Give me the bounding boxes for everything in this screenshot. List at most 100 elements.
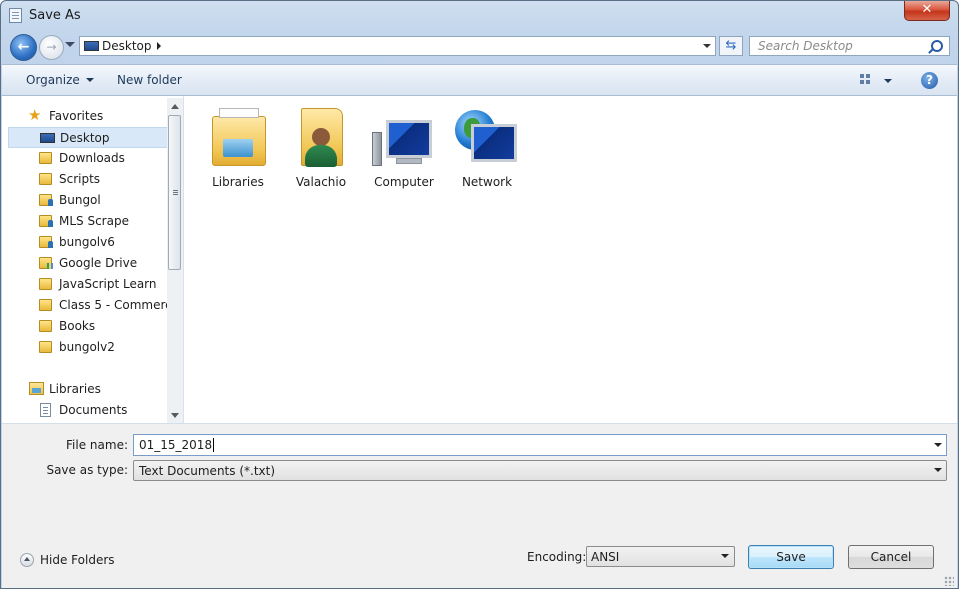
address-dropdown-icon[interactable] — [703, 44, 711, 48]
scrollbar-thumb[interactable] — [168, 115, 181, 270]
folder-icon — [39, 320, 52, 332]
organize-label: Organize — [26, 73, 80, 87]
resize-grip-icon[interactable] — [944, 576, 954, 586]
file-name-text: 01_15_2018 — [139, 438, 213, 452]
desktop-icon — [84, 41, 99, 51]
documents-icon — [40, 403, 51, 417]
folder-icon — [39, 152, 52, 164]
list-item-network[interactable]: Network — [447, 104, 527, 194]
encoding-label: Encoding: — [527, 550, 587, 564]
star-icon: ★ — [28, 106, 42, 124]
chevron-down-icon[interactable] — [934, 443, 942, 447]
network-icon — [471, 124, 517, 162]
item-label: Network — [461, 175, 513, 189]
grip-icon — [173, 190, 178, 191]
notepad-icon — [9, 8, 22, 23]
navigation-pane: ★ Favorites Desktop Downloads Scripts Bu… — [2, 96, 184, 423]
sidebar-item-label: Favorites — [49, 109, 104, 123]
sidebar-item-label: Bungol — [59, 193, 101, 207]
refresh-button[interactable]: ⇆ — [719, 36, 743, 56]
search-input[interactable]: Search Desktop — [749, 36, 950, 56]
folder-icon — [39, 299, 52, 311]
help-icon[interactable]: ? — [921, 72, 938, 89]
shared-folder-icon — [39, 236, 53, 248]
user-head-icon — [312, 128, 330, 146]
item-label: Computer — [374, 175, 434, 189]
save-options-panel: File name: 01_15_2018 Save as type: Text… — [2, 423, 957, 588]
scroll-up-arrow-icon[interactable] — [171, 104, 179, 109]
libraries-icon — [29, 382, 44, 395]
sidebar-item-javascript-learn[interactable]: JavaScript Learn — [2, 274, 167, 295]
folder-icon — [39, 173, 52, 185]
file-name-input[interactable]: 01_15_2018 — [133, 434, 947, 456]
sidebar-item-label: JavaScript Learn — [59, 277, 157, 291]
save-as-type-value: Text Documents (*.txt) — [139, 464, 276, 478]
save-as-type-label: Save as type: — [46, 463, 128, 477]
list-item-valachio[interactable]: Valachio — [281, 104, 361, 194]
sidebar-item-label: Libraries — [49, 382, 101, 396]
sidebar-item-label: Google Drive — [59, 256, 138, 270]
sidebar-item-label: Documents — [59, 403, 128, 417]
back-button[interactable]: ← — [10, 34, 37, 61]
encoding-select[interactable]: ANSI — [586, 546, 735, 567]
chevron-up-icon — [20, 553, 34, 567]
shared-folder-icon — [39, 194, 53, 206]
chevron-down-icon[interactable] — [721, 554, 729, 558]
new-folder-button[interactable]: New folder — [117, 73, 182, 87]
view-options-dropdown[interactable] — [884, 79, 892, 83]
cancel-button[interactable]: Cancel — [848, 545, 934, 569]
sidebar-item-label: bungolv6 — [59, 235, 115, 249]
item-label: Valachio — [295, 175, 347, 189]
libraries-icon — [212, 108, 266, 166]
list-item-computer[interactable]: Computer — [364, 104, 444, 194]
text-caret — [213, 438, 215, 452]
breadcrumb-chevron-icon[interactable] — [157, 42, 161, 50]
change-view-icon[interactable] — [860, 74, 872, 86]
file-name-label: File name: — [66, 438, 128, 452]
sidebar-item-documents[interactable]: Documents — [2, 400, 167, 421]
save-as-type-select[interactable]: Text Documents (*.txt) — [133, 460, 947, 481]
recent-pages-dropdown[interactable] — [65, 42, 75, 47]
chevron-down-icon — [85, 78, 94, 82]
sidebar-item-books[interactable]: Books — [2, 316, 167, 337]
sidebar-libraries[interactable]: Libraries — [2, 379, 167, 400]
command-bar: Organize New folder ? — [2, 64, 957, 96]
sidebar-item-mls-scrape[interactable]: MLS Scrape — [2, 211, 167, 232]
sidebar-item-bungolv2[interactable]: bungolv2 — [2, 337, 167, 358]
sidebar-item-label: bungolv2 — [59, 340, 115, 354]
sidebar-item-desktop[interactable]: Desktop — [8, 127, 173, 148]
address-path[interactable]: Desktop — [102, 39, 152, 53]
sidebar-favorites[interactable]: ★ Favorites — [2, 106, 167, 127]
google-drive-folder-icon — [39, 257, 53, 269]
close-button[interactable]: ✕ — [904, 1, 950, 21]
save-button[interactable]: Save — [748, 545, 834, 569]
sidebar-item-class-5[interactable]: Class 5 - Commercia — [2, 295, 182, 316]
file-list: Libraries Valachio Computer Network — [184, 96, 957, 423]
scroll-down-arrow-icon[interactable] — [171, 413, 179, 418]
sidebar-scrollbar[interactable] — [167, 98, 183, 423]
sidebar-item-label: Desktop — [60, 131, 110, 145]
search-placeholder: Search Desktop — [758, 39, 853, 53]
organize-button[interactable]: Organize — [26, 73, 94, 87]
sidebar-item-google-drive[interactable]: Google Drive — [2, 253, 167, 274]
shared-folder-icon — [39, 215, 53, 227]
sidebar-item-label: Class 5 - Commercia — [59, 298, 183, 312]
sidebar-item-label: Downloads — [59, 151, 125, 165]
computer-tower-icon — [372, 132, 382, 166]
folder-icon — [39, 278, 52, 290]
sidebar-item-bungol[interactable]: Bungol — [2, 190, 167, 211]
folder-icon — [39, 341, 52, 353]
sidebar-item-bungolv6[interactable]: bungolv6 — [2, 232, 167, 253]
sidebar-item-scripts[interactable]: Scripts — [2, 169, 167, 190]
list-item-libraries[interactable]: Libraries — [198, 104, 278, 194]
desktop-icon — [40, 133, 55, 143]
chevron-down-icon[interactable] — [934, 468, 942, 472]
sidebar-item-downloads[interactable]: Downloads — [2, 148, 167, 169]
forward-button[interactable]: → — [39, 35, 64, 60]
monitor-stand-icon — [396, 158, 422, 164]
title-bar: Save As ✕ — [1, 1, 958, 31]
sidebar-item-label: MLS Scrape — [59, 214, 129, 228]
search-icon[interactable] — [931, 40, 943, 52]
file-name-value[interactable]: 01_15_2018 — [139, 438, 215, 452]
address-bar[interactable]: Desktop — [79, 36, 716, 56]
